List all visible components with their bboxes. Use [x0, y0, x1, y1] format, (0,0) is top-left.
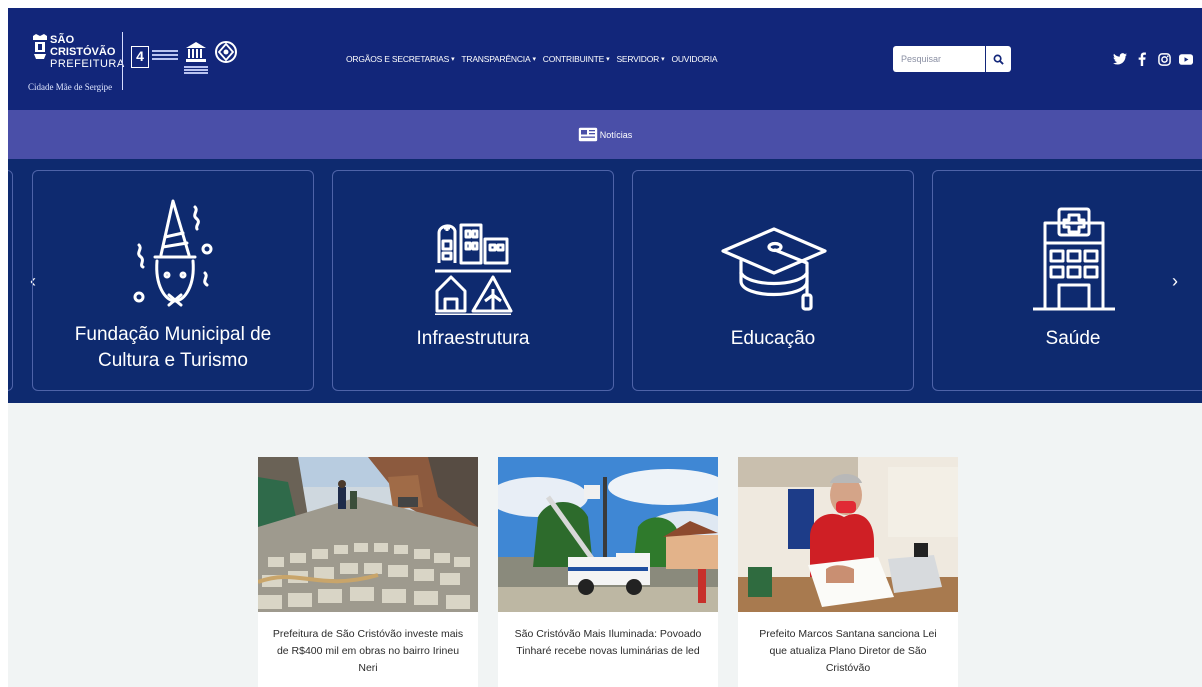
youtube-icon[interactable] — [1179, 52, 1193, 66]
card-label-line1: Fundação Municipal de — [74, 324, 272, 345]
cobblestone-street-photo — [258, 457, 478, 612]
card-label-line1: Saúde — [1045, 328, 1101, 349]
search-icon — [993, 54, 1004, 65]
nav-label: ORGÃOS E SECRETARIAS — [346, 54, 450, 64]
partial-card-left — [8, 170, 13, 391]
nav-ouvidoria[interactable]: OUVIDORIA — [671, 54, 717, 64]
carousel-next-button[interactable]: › — [1172, 271, 1178, 292]
news-card[interactable]: Prefeito Marcos Santana sanciona Lei que… — [738, 457, 958, 687]
instagram-icon[interactable] — [1157, 52, 1171, 66]
unesco-caption-lines — [184, 66, 208, 76]
buildings-icon — [435, 223, 513, 315]
nav-contribuinte[interactable]: CONTRIBUINTE ▾ — [543, 54, 610, 64]
nav-transparencia[interactable]: TRANSPARÊNCIA ▾ — [461, 54, 536, 64]
card-saude[interactable]: Saúde — [932, 170, 1202, 391]
logo-tagline: Cidade Mãe de Sergipe — [28, 82, 113, 92]
logo-line-1: SÃO — [50, 34, 75, 46]
site-header: SÃO CRISTÓVÃO PREFEITURA Cidade Mãe de S… — [8, 8, 1202, 110]
news-title: Prefeito Marcos Santana sanciona Lei que… — [759, 628, 937, 674]
festive-mask-icon — [133, 199, 213, 307]
logo-divider — [122, 32, 123, 90]
unesco-temple-icon — [186, 42, 206, 62]
logo-line-2: CRISTÓVÃO — [50, 46, 116, 58]
news-card[interactable]: São Cristóvão Mais Iluminada: Povoado Ti… — [498, 457, 718, 687]
news-section: Prefeitura de São Cristóvão investe mais… — [8, 403, 1202, 687]
card-educacao[interactable]: Educação — [632, 170, 914, 391]
bucket-truck-photo — [498, 457, 718, 612]
hospital-icon — [1033, 207, 1115, 311]
card-infraestrutura[interactable]: Infraestrutura — [332, 170, 614, 391]
crest-icon — [33, 34, 47, 59]
page-gutter — [0, 0, 8, 687]
caret-down-icon: ▾ — [532, 56, 536, 63]
caret-down-icon: ▾ — [451, 56, 455, 63]
facebook-icon[interactable] — [1135, 52, 1149, 66]
card-label-line2: Cultura e Turismo — [98, 350, 248, 371]
services-carousel: ‹ Fundação Municipal de Cultura e Turism… — [8, 159, 1202, 403]
search-form — [893, 46, 1011, 72]
caret-down-icon: ▾ — [661, 56, 665, 63]
main-nav: ORGÃOS E SECRETARIAS ▾ TRANSPARÊNCIA ▾ CON… — [346, 54, 718, 64]
card-label-line1: Infraestrutura — [416, 328, 530, 349]
logo-line-3: PREFEITURA — [50, 58, 125, 70]
twitter-icon[interactable] — [1113, 52, 1127, 66]
news-bar-label: Notícias — [599, 129, 633, 140]
card-cultura-turismo[interactable]: Fundação Municipal de Cultura e Turismo — [32, 170, 314, 391]
badge-caption-lines — [152, 50, 178, 64]
search-button[interactable] — [985, 46, 1011, 72]
nav-orgaos-secretarias[interactable]: ORGÃOS E SECRETARIAS ▾ — [346, 54, 455, 64]
search-input[interactable] — [893, 46, 985, 72]
news-bar[interactable]: Notícias — [8, 110, 1202, 159]
card-label-line1: Educação — [730, 328, 816, 349]
nav-label: OUVIDORIA — [671, 54, 718, 64]
prefeitura-logo[interactable]: SÃO CRISTÓVÃO PREFEITURA Cidade Mãe de S… — [24, 22, 244, 100]
nav-servidor[interactable]: SERVIDOR ▾ — [616, 54, 664, 64]
graduation-cap-icon — [721, 227, 827, 311]
nav-label: CONTRIBUINTE — [542, 54, 605, 64]
news-title: São Cristóvão Mais Iluminada: Povoado Ti… — [514, 628, 702, 657]
mayor-signing-photo — [738, 457, 958, 612]
news-title: Prefeitura de São Cristóvão investe mais… — [272, 628, 464, 674]
news-card[interactable]: Prefeitura de São Cristóvão investe mais… — [258, 457, 478, 687]
centuries-badge: 4 — [131, 46, 149, 68]
caret-down-icon: ▾ — [606, 56, 610, 63]
nav-label: SERVIDOR — [616, 54, 660, 64]
newspaper-icon — [578, 127, 597, 142]
nav-label: TRANSPARÊNCIA — [461, 54, 531, 64]
social-links — [1113, 52, 1193, 66]
world-heritage-icon — [215, 41, 237, 63]
